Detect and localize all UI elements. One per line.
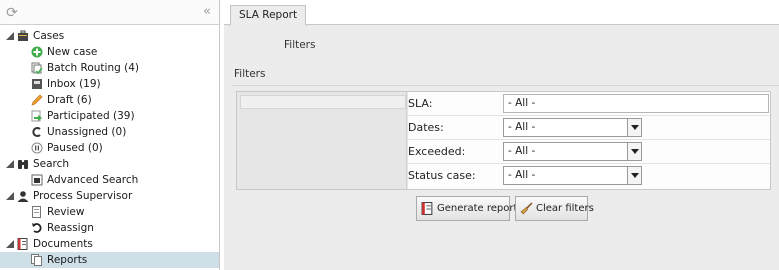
- dates-select-value: - All -: [508, 121, 536, 133]
- tree-item-label: Process Supervisor: [33, 190, 133, 202]
- tree-item-reassign[interactable]: Reassign: [0, 220, 219, 236]
- chevron-down-icon[interactable]: [627, 119, 641, 136]
- binoculars-icon: [18, 160, 28, 169]
- tree-item-search[interactable]: Search: [0, 156, 219, 172]
- advanced-search-icon: [31, 174, 43, 186]
- filter-row-status-case: Status case: - All -: [408, 164, 770, 188]
- batch-icon: [31, 62, 43, 74]
- pause-icon: [31, 142, 43, 154]
- tree-item-label: Unassigned (0): [47, 126, 127, 138]
- collapse-panel-icon[interactable]: «: [200, 4, 214, 20]
- tree-item-cases[interactable]: Cases: [0, 28, 219, 44]
- tree-item-documents[interactable]: Documents: [0, 236, 219, 252]
- exceeded-label: Exceeded:: [408, 145, 466, 158]
- sla-input[interactable]: - All -: [503, 94, 769, 113]
- expand-toggle-icon[interactable]: [6, 192, 14, 200]
- tree-item-reports[interactable]: Reports: [0, 252, 219, 268]
- tree-item-label: New case: [47, 46, 98, 58]
- tree-item-participated[interactable]: Participated (39): [0, 108, 219, 124]
- tab-bar: SLA Report: [224, 0, 779, 26]
- tree-item-label: Participated (39): [47, 110, 135, 122]
- tree-item-review[interactable]: Review: [0, 204, 219, 220]
- tab-sla-report[interactable]: SLA Report: [230, 5, 307, 26]
- arrow-icon: [31, 110, 42, 122]
- tree-item-label: Search: [33, 158, 70, 170]
- divider: [232, 85, 779, 86]
- review-icon: [32, 206, 41, 218]
- filter-row-dates: Dates: - All -: [408, 116, 770, 140]
- filter-form-fields: SLA: - All - Dates: - All - Exceeded: - …: [408, 92, 770, 189]
- user-icon: [17, 191, 29, 202]
- dates-label: Dates:: [408, 121, 444, 134]
- filter-actions: Generate report Clear filters: [236, 190, 771, 270]
- documents-icon: [17, 238, 28, 250]
- navigation-header: ⟳ «: [0, 0, 219, 25]
- dates-select[interactable]: - All -: [503, 118, 642, 137]
- exceeded-select[interactable]: - All -: [503, 142, 642, 161]
- tree-item-new-case[interactable]: New case: [0, 44, 219, 60]
- clear-filters-button[interactable]: Clear filters: [515, 196, 594, 221]
- refresh-icon[interactable]: ⟳: [4, 5, 20, 21]
- expand-toggle-icon[interactable]: [6, 32, 14, 40]
- sla-label: SLA:: [408, 97, 433, 110]
- tree-item-label: Reports: [47, 254, 88, 266]
- exceeded-select-value: - All -: [508, 145, 536, 157]
- chevron-down-icon[interactable]: [627, 167, 641, 184]
- tree-item-advanced-search[interactable]: Advanced Search: [0, 172, 219, 188]
- tree-item-label: Inbox (19): [47, 78, 101, 90]
- filters-section-title: Filters: [234, 68, 266, 80]
- generate-report-label: Generate report: [437, 203, 518, 214]
- tree-item-paused[interactable]: Paused (0): [0, 140, 219, 156]
- tree-item-label: Documents: [33, 238, 93, 250]
- expand-toggle-icon[interactable]: [6, 240, 14, 248]
- filters-caption: Filters: [284, 39, 316, 51]
- clear-filters-label: Clear filters: [536, 203, 594, 214]
- generate-report-button[interactable]: Generate report: [416, 196, 517, 221]
- briefcase-icon: [18, 30, 28, 41]
- filter-row-exceeded: Exceeded: - All -: [408, 140, 770, 164]
- reassign-icon: [32, 223, 42, 233]
- tree-item-label: Draft (6): [47, 94, 92, 106]
- status-case-select-value: - All -: [508, 169, 536, 181]
- filter-form-header-strip: [240, 95, 406, 109]
- filter-form-left-column: [237, 92, 407, 189]
- tree-item-process-supervisor[interactable]: Process Supervisor: [0, 188, 219, 204]
- filter-form: SLA: - All - Dates: - All - Exceeded: - …: [236, 91, 771, 190]
- broom-icon: [520, 202, 533, 215]
- status-case-label: Status case:: [408, 169, 476, 182]
- reports-icon: [31, 254, 42, 266]
- content-panel: SLA Report Filters Filters SLA: - All - …: [224, 0, 779, 270]
- tree-item-draft[interactable]: Draft (6): [0, 92, 219, 108]
- tree-item-unassigned[interactable]: Unassigned (0): [0, 124, 219, 140]
- status-case-select[interactable]: - All -: [503, 166, 642, 185]
- unassigned-icon: [32, 127, 41, 137]
- expand-toggle-icon[interactable]: [6, 160, 14, 168]
- tree-item-label: Paused (0): [47, 142, 103, 154]
- report-icon: [421, 202, 433, 215]
- tree-item-batch-routing[interactable]: Batch Routing (4): [0, 60, 219, 76]
- plus-icon: [31, 46, 43, 58]
- tree-item-label: Advanced Search: [47, 174, 139, 186]
- tree-item-label: Reassign: [47, 222, 94, 234]
- chevron-down-icon[interactable]: [627, 143, 641, 160]
- pencil-icon: [31, 94, 43, 106]
- tree-item-label: Cases: [33, 30, 65, 42]
- filter-row-sla: SLA: - All -: [408, 92, 770, 116]
- inbox-icon: [32, 79, 42, 89]
- navigation-panel: ⟳ « Cases New case Batch Routing (4) Inb…: [0, 0, 220, 270]
- tree-item-inbox[interactable]: Inbox (19): [0, 76, 219, 92]
- tree-item-label: Batch Routing (4): [47, 62, 139, 74]
- tree-item-label: Review: [47, 206, 85, 218]
